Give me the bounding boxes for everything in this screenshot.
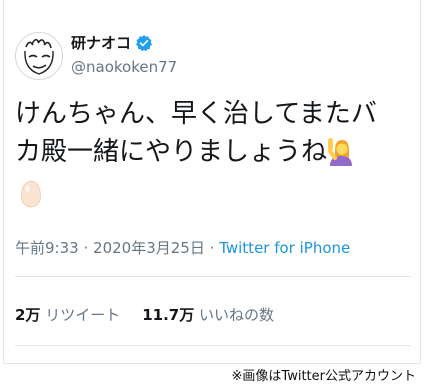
- screenshot-root: 研ナオコ @naokoken77 けんちゃん、早く治してまたバ カ殿一緒にやりま…: [0, 0, 424, 390]
- tweet-metadata: 午前9:33 · 2020年3月25日 · Twitter for iPhone: [15, 238, 350, 258]
- tweet-text-line-2-wrap: カ殿一緒にやりましょうね: [15, 133, 410, 171]
- retweet-label: リツイート: [45, 306, 121, 324]
- retweet-count: 2万: [15, 306, 41, 324]
- display-name[interactable]: 研ナオコ: [71, 33, 153, 53]
- tweet-time[interactable]: 午前9:33: [15, 239, 79, 257]
- like-stat[interactable]: 11.7万 いいねの数: [142, 306, 274, 324]
- egg-icon: [21, 180, 41, 208]
- tweet-text-line-2: カ殿一緒にやりましょうね: [15, 137, 328, 167]
- display-name-text: 研ナオコ: [71, 34, 132, 52]
- meta-separator: ·: [209, 239, 215, 257]
- divider-bottom: [15, 345, 411, 346]
- user-handle[interactable]: @naokoken77: [71, 57, 177, 77]
- tweet-date[interactable]: 2020年3月25日: [93, 239, 205, 257]
- woman-raising-hand-icon: [328, 138, 353, 166]
- tweet-card: 研ナオコ @naokoken77 けんちゃん、早く治してまたバ カ殿一緒にやりま…: [3, 0, 421, 364]
- tweet-source-link[interactable]: Twitter for iPhone: [219, 239, 350, 257]
- avatar-illustration-icon: [24, 38, 54, 75]
- divider-top: [15, 276, 411, 277]
- like-count: 11.7万: [142, 306, 195, 324]
- tweet-text-line-1: けんちゃん、早く治してまたバ: [15, 99, 377, 129]
- meta-separator: ·: [83, 239, 89, 257]
- tweet-text: けんちゃん、早く治してまたバ カ殿一緒にやりましょうね: [15, 95, 410, 171]
- verified-badge-icon: [136, 35, 152, 52]
- tweet-stats: 2万 リツイート 11.7万 いいねの数: [15, 305, 274, 325]
- avatar[interactable]: [15, 32, 63, 80]
- like-label: いいねの数: [199, 306, 275, 324]
- image-caption: ※画像はTwitter公式アカウント: [231, 369, 416, 384]
- retweet-stat[interactable]: 2万 リツイート: [15, 306, 120, 324]
